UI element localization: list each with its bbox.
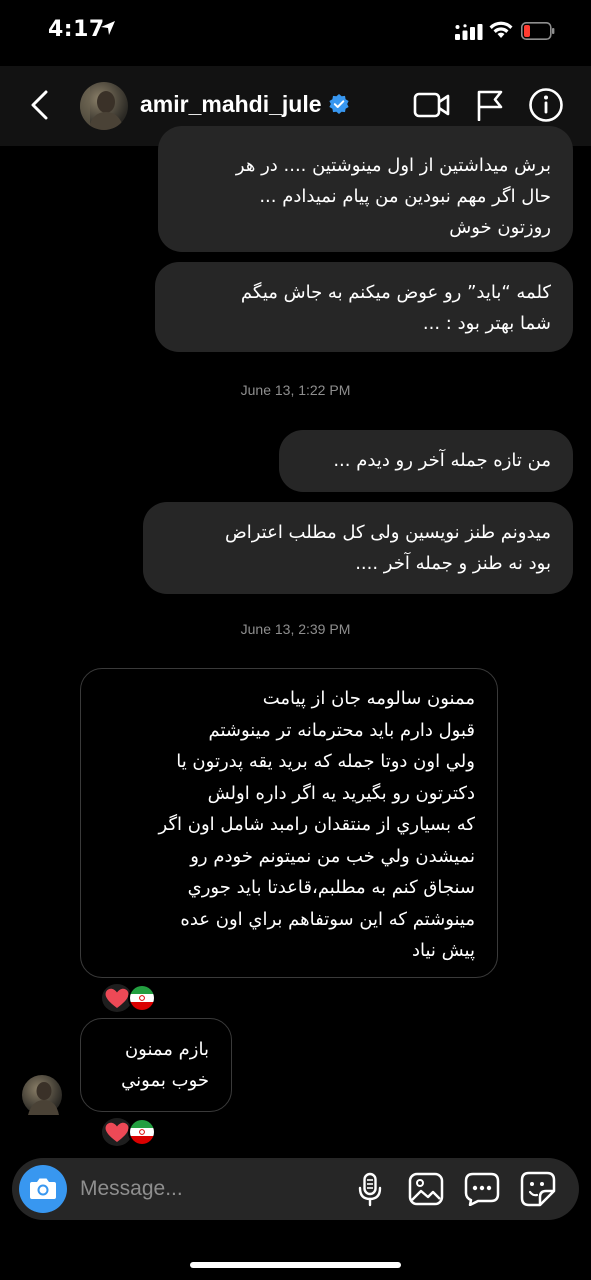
microphone-icon[interactable] [357,1172,383,1208]
message-line: حال اگر مهم نبودین من پیام نمیدادم ... [259,186,551,207]
status-bar: 4:17 [0,0,591,66]
message-line: پيش نياد [411,940,475,961]
battery-low-icon [521,22,555,40]
message-bubble-incoming[interactable]: بازم ممنون خوب بموني [80,1018,232,1112]
message-line: ممنون سالومه جان از پیامت [262,688,475,709]
message-line: بود نه طنز و جمله آخر .... [355,553,551,574]
message-line: برش میداشتین از اول مینوشتین .... در هر [235,155,551,176]
message-bubble-outgoing[interactable]: برش میداشتین از اول مینوشتین .... در هر … [158,126,573,252]
message-bubble-outgoing[interactable]: کلمه “باید” رو عوض میکنم به جاش میگم شما… [155,262,573,352]
iran-flag-reaction-icon [130,986,154,1010]
message-composer [12,1158,579,1220]
camera-button[interactable] [19,1165,67,1213]
verified-badge-icon [329,94,349,114]
iran-flag-reaction [128,1118,156,1146]
message-bubble-outgoing[interactable]: من تازه جمله آخر رو دیدم ... [279,430,573,492]
sender-avatar[interactable] [22,1075,62,1115]
message-line: میدونم طنز نویسین ولی کل مطلب اعتراض [224,522,551,543]
message-reactions[interactable] [102,1118,162,1146]
message-line: بازم ممنون [124,1039,209,1060]
message-line: ولي اون دوتا جمله که برید یقه پدرتون یا [176,751,475,772]
message-line: شما بهتر بود : ... [422,313,551,334]
message-bubble-outgoing[interactable]: میدونم طنز نویسین ولی کل مطلب اعتراض بود… [143,502,573,594]
message-line: مينوشتم که اين سوتفاهم براي اون عده [180,908,475,930]
gallery-icon[interactable] [408,1172,444,1206]
message-thread[interactable]: برش میداشتین از اول مینوشتین .... در هر … [0,126,591,1146]
message-line: سنجاق کنم به مطلبم،قاعدتا بايد جوري [187,877,475,898]
message-reactions[interactable] [102,984,162,1012]
message-timestamp: June 13, 1:22 PM [240,382,351,398]
avatar[interactable] [80,82,128,130]
more-icon[interactable] [464,1172,500,1206]
message-bubble-incoming[interactable]: ممنون سالومه جان از پیامت قبول دارم باید… [80,668,498,978]
back-arrow-icon[interactable] [28,90,50,120]
flag-icon[interactable] [476,89,504,121]
home-indicator [190,1262,401,1268]
location-arrow-icon [101,21,115,35]
cellular-signal-icon [455,24,483,40]
sticker-icon[interactable] [520,1171,556,1207]
video-call-icon[interactable] [413,90,451,120]
message-line: روزتون خوش [449,217,551,238]
iran-flag-reaction [128,984,156,1012]
info-icon[interactable] [528,87,564,123]
status-time: 4:17 [48,17,105,42]
chat-username[interactable]: amir_mahdi_jule [140,91,322,118]
camera-icon [30,1178,56,1199]
message-line: کلمه “باید” رو عوض میکنم به جاش میگم [240,282,551,303]
message-input[interactable] [80,1172,340,1206]
message-line: که بسياري از منتقدان رامبد شامل اون اگر [158,814,475,835]
message-line: خوب بموني [121,1070,209,1091]
message-timestamp: June 13, 2:39 PM [240,621,351,637]
message-line: قبول دارم باید محترمانه تر مینوشتم [208,719,475,741]
message-line: نميشدن ولي خب من نميتونم خودم رو [190,845,475,867]
wifi-icon [489,21,513,38]
message-line: من تازه جمله آخر رو دیدم ... [333,450,551,471]
message-line: دکترتون رو بگیرید یه اگر داره اولش [207,782,475,804]
iran-flag-reaction-icon [130,1120,154,1144]
